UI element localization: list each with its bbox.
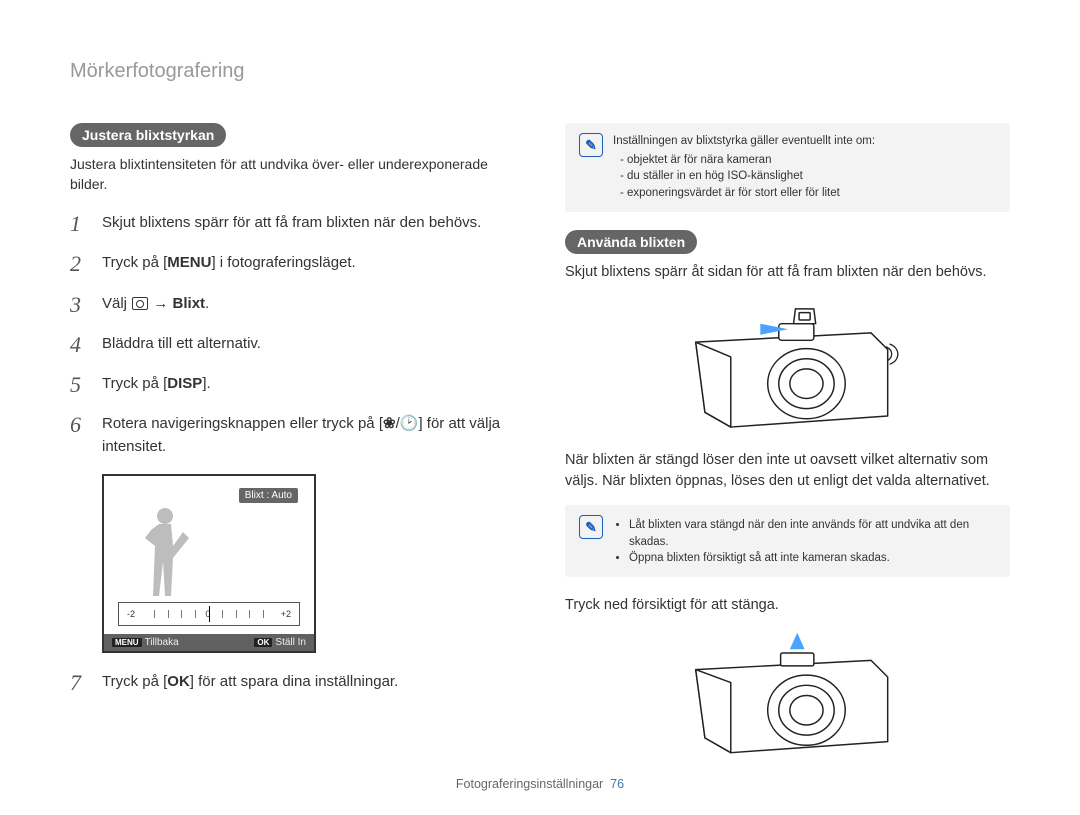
slider-max: +2 [281,609,291,619]
menu-mini-button: MENU [112,638,142,647]
timer-icon: 🕑 [400,415,419,432]
camera-flash-open-illustration [668,296,908,434]
step-number: 4 [70,333,92,357]
ok-button-label: OK [167,673,190,690]
note-lead: Inställningen av blixtstyrka gäller even… [613,133,875,150]
page-number: 76 [610,777,624,791]
intensity-slider: -2 0 +2 [118,602,300,626]
ok-mini-button: OK [254,638,272,647]
step-text: Välj → Blixt. [102,293,515,316]
lcd-back-label: Tillbaka [145,637,179,648]
macro-icon: ❀ [383,415,396,432]
note-icon: ✎ [579,515,603,539]
page-footer: Fotograferingsinställningar 76 [0,777,1080,791]
text-fragment: ] för att spara dina inställningar. [190,673,398,690]
closed-flash-text: När blixten är stängd löser den inte ut … [565,450,1010,491]
text-fragment: Välj [102,295,131,312]
text-fragment: Rotera navigeringsknappen eller tryck på… [102,415,383,432]
right-column: ✎ Inställningen av blixtstyrka gäller ev… [565,123,1010,775]
lcd-mode-label: Blixt : Auto [239,488,298,503]
lcd-set-label: Ställ In [275,637,306,648]
text-fragment: Tryck på [ [102,673,167,690]
lcd-preview: Blixt : Auto -2 0 +2 [102,474,316,653]
bold-label: Blixt [173,295,206,312]
note-icon: ✎ [579,133,603,157]
text-fragment: Tryck på [ [102,254,167,271]
step-number: 2 [70,252,92,276]
camera-flash-close-illustration [668,629,908,758]
lcd-set-control: OK Ställ In [254,637,306,648]
intro-text: Justera blixtintensiteten för att undvik… [70,155,515,194]
person-silhouette-icon [139,506,199,596]
steps-list-continued: 7 Tryck på [OK] för att spara dina instä… [70,671,515,695]
step-number: 6 [70,413,92,437]
text-fragment: . [205,295,209,312]
note-item: du ställer in en hög ISO-känslighet [627,168,875,185]
step-text: Rotera navigeringsknappen eller tryck på… [102,413,515,458]
note-box-limitations: ✎ Inställningen av blixtstyrka gäller ev… [565,123,1010,212]
step-text: Tryck på [OK] för att spara dina inställ… [102,671,515,694]
text-fragment: ] i fotograferingsläget. [211,254,355,271]
footer-section: Fotograferingsinställningar [456,777,603,791]
text-fragment: ]. [202,375,210,392]
step-text: Tryck på [DISP]. [102,373,515,396]
note-item: exponeringsvärdet är för stort eller för… [627,185,875,202]
intro-text: Skjut blixtens spärr åt sidan för att få… [565,262,1010,282]
steps-list: 1 Skjut blixtens spärr för att få fram b… [70,212,515,458]
step-text: Skjut blixtens spärr för att få fram bli… [102,212,515,235]
step-text: Tryck på [MENU] i fotograferingsläget. [102,252,515,275]
note-box-caution: ✎ Låt blixten vara stängd när den inte a… [565,505,1010,577]
step-number: 1 [70,212,92,236]
section-badge-use-flash: Använda blixten [565,230,697,254]
left-column: Justera blixtstyrkan Justera blixtintens… [70,123,515,775]
note-item: objektet är för nära kameran [627,152,875,169]
text-fragment: Tryck på [ [102,375,167,392]
step-number: 7 [70,671,92,695]
camera-icon [132,297,148,310]
page-title: Mörkerfotografering [70,60,1010,83]
close-instruction: Tryck ned försiktigt för att stänga. [565,595,1010,615]
step-number: 5 [70,373,92,397]
disp-button-label: DISP [167,375,202,392]
note-item: Låt blixten vara stängd när den inte anv… [629,517,996,550]
section-badge-adjust-flash: Justera blixtstyrkan [70,123,226,147]
step-text: Bläddra till ett alternativ. [102,333,515,356]
menu-button-label: MENU [167,254,211,271]
lcd-back-control: MENU Tillbaka [112,637,179,648]
slider-min: -2 [127,609,135,619]
text-fragment: → [149,295,172,312]
note-item: Öppna blixten försiktigt så att inte kam… [629,550,996,567]
step-number: 3 [70,293,92,317]
